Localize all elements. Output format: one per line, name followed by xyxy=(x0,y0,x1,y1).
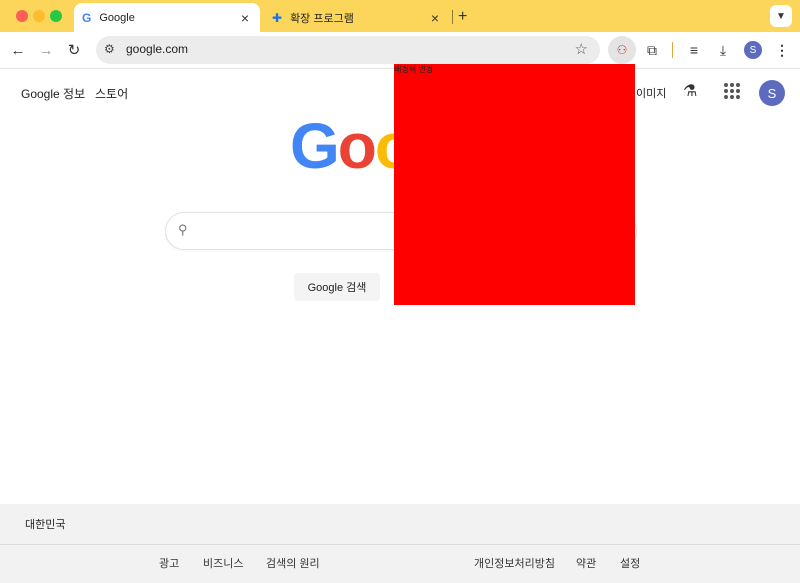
back-arrow-icon[interactable]: ← xyxy=(8,40,28,60)
account-avatar[interactable]: S xyxy=(759,80,785,106)
menu-kebab-icon[interactable]: ⋮ xyxy=(772,40,792,60)
puzzle-icon: ✚ xyxy=(272,10,283,25)
footer-link-business[interactable]: 비즈니스 xyxy=(203,555,243,571)
maximize-window-button[interactable] xyxy=(50,10,62,22)
reload-icon[interactable]: ↻ xyxy=(64,40,84,60)
logo-letter: o xyxy=(337,110,377,182)
tab-extensions[interactable]: ✚ 확장 프로그램 × xyxy=(264,3,450,32)
minimize-window-button[interactable] xyxy=(33,10,45,22)
google-g-icon: G xyxy=(82,10,92,25)
toolbar-separator xyxy=(672,42,673,58)
extension-red-overlay: 배경색 변경 xyxy=(394,64,635,305)
footer-links-bar: 광고 비즈니스 검색의 원리 개인정보처리방침 약관 설정 xyxy=(0,545,800,583)
overlay-label: 배경색 변경 xyxy=(394,65,434,74)
browser-titlebar: G Google × ✚ 확장 프로그램 × + ▼ xyxy=(0,0,800,32)
footer-link-terms[interactable]: 약관 xyxy=(576,555,596,571)
logo-letter: G xyxy=(290,110,340,182)
footer-country-bar: 대한민국 xyxy=(0,504,800,545)
footer-link-settings[interactable]: 설정 xyxy=(620,555,640,571)
footer-link-how-search-works[interactable]: 검색의 원리 xyxy=(266,555,320,571)
tab-title: Google xyxy=(99,11,135,24)
search-icon: ⚲ xyxy=(178,222,188,237)
extension-active-icon[interactable]: ⚇ xyxy=(608,36,636,64)
forward-arrow-icon[interactable]: → xyxy=(36,40,56,60)
tab-google[interactable]: G Google × xyxy=(74,3,260,32)
close-window-button[interactable] xyxy=(16,10,28,22)
images-link[interactable]: 이미지 xyxy=(636,85,666,101)
tab-search-chevron-down-icon[interactable]: ▼ xyxy=(770,5,792,27)
labs-flask-icon[interactable]: ⚗ xyxy=(683,81,697,101)
footer-link-privacy[interactable]: 개인정보처리방침 xyxy=(474,555,555,571)
about-google-link[interactable]: Google 정보 xyxy=(21,85,85,102)
address-bar[interactable]: ⚙ google.com ☆ xyxy=(96,36,600,64)
close-tab-icon[interactable]: × xyxy=(426,10,444,26)
footer-link-ads[interactable]: 광고 xyxy=(159,555,179,571)
reading-list-icon[interactable]: ≡ xyxy=(684,40,704,60)
tab-separator xyxy=(452,10,453,24)
close-tab-icon[interactable]: × xyxy=(236,10,254,26)
google-search-button[interactable]: Google 검색 xyxy=(294,273,380,301)
footer-country: 대한민국 xyxy=(25,519,66,531)
profile-avatar[interactable]: S xyxy=(744,41,762,59)
new-tab-button[interactable]: + xyxy=(458,8,467,26)
site-settings-icon[interactable]: ⚙ xyxy=(104,42,115,56)
bookmark-star-icon[interactable]: ☆ xyxy=(575,40,588,58)
download-icon[interactable]: ⤓ xyxy=(713,40,733,60)
apps-grid-icon[interactable] xyxy=(724,83,740,99)
store-link[interactable]: 스토어 xyxy=(95,85,128,102)
extensions-puzzle-icon[interactable]: ⧉ xyxy=(642,40,662,60)
google-homepage: Google 정보 스토어 이미지 ⚗ S Goo ⚲ Google 검색 배경… xyxy=(0,64,800,583)
address-url[interactable]: google.com xyxy=(126,42,188,56)
tab-title: 확장 프로그램 xyxy=(290,12,354,25)
